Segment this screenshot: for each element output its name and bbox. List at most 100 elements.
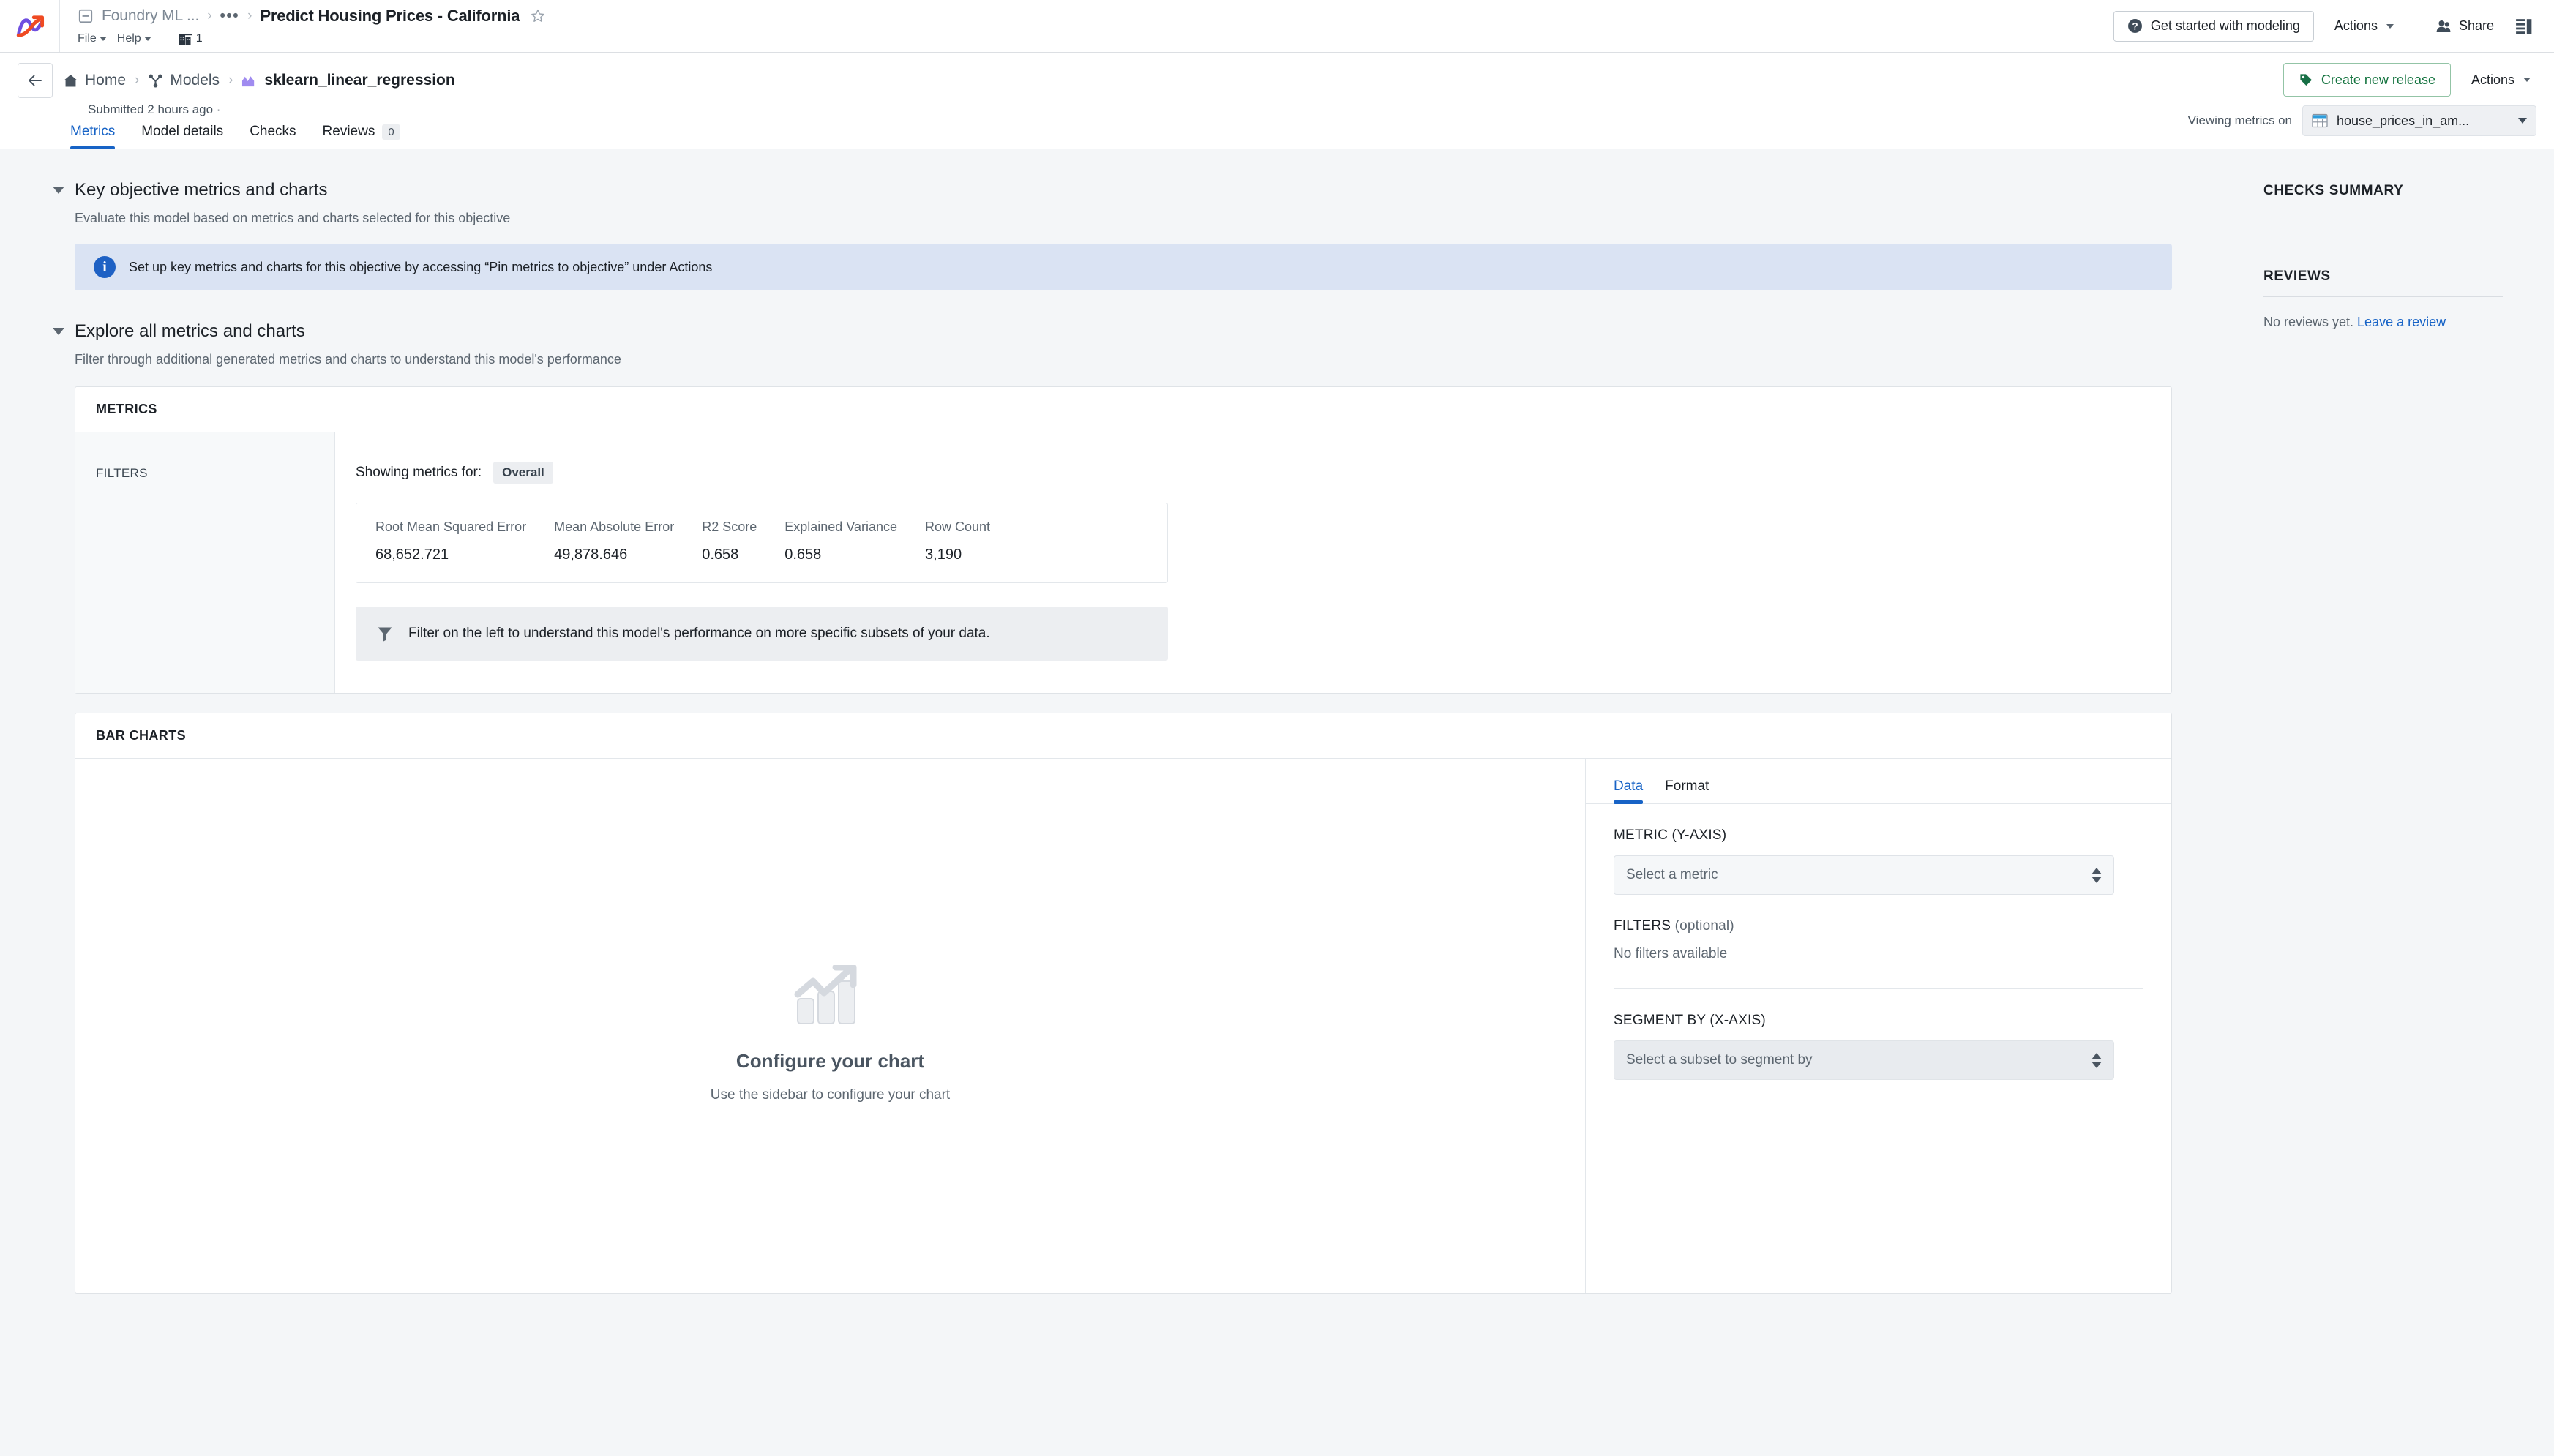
chart-config-tabs: Data Format <box>1586 759 2171 804</box>
key-objective-section: Key objective metrics and charts Evaluat… <box>0 180 2225 290</box>
star-icon[interactable] <box>531 9 545 23</box>
metric-value: 0.658 <box>784 547 822 563</box>
chart-empty-state: Configure your chart Use the sidebar to … <box>75 759 1586 1293</box>
explore-section: Explore all metrics and charts Filter th… <box>0 321 2225 1294</box>
tab-checks[interactable]: Checks <box>250 124 296 149</box>
checks-summary-body <box>2263 211 2503 269</box>
metric-value: 3,190 <box>925 547 962 563</box>
tab-data[interactable]: Data <box>1614 778 1644 804</box>
breadcrumb-separator: › <box>207 7 212 23</box>
metric-select-value: Select a metric <box>1626 867 1718 882</box>
tab-model-details[interactable]: Model details <box>141 124 223 149</box>
back-button[interactable] <box>18 63 53 98</box>
app-logo[interactable] <box>0 0 60 52</box>
metric-value: 68,652.721 <box>375 547 449 563</box>
toggle-side-panel-button[interactable] <box>2509 11 2539 42</box>
metrics-card-header: METRICS <box>75 387 2171 432</box>
breadcrumb-home[interactable]: Home <box>63 72 126 89</box>
breadcrumb-models[interactable]: Models <box>148 72 220 89</box>
metric-value: 0.658 <box>702 547 739 563</box>
menu-file[interactable]: File <box>78 32 107 45</box>
showing-metrics-badge[interactable]: Overall <box>493 462 553 484</box>
metric-header: Mean Absolute Error <box>554 519 675 534</box>
tab-data-label: Data <box>1614 778 1644 794</box>
segment-select[interactable]: Select a subset to segment by <box>1614 1040 2114 1080</box>
metrics-pane: Showing metrics for: Overall Root Mean S… <box>335 432 2171 693</box>
filter-icon <box>378 627 392 642</box>
explore-subtitle: Filter through additional generated metr… <box>75 352 621 367</box>
breadcrumb-chevron: › <box>135 72 140 88</box>
create-new-release-label: Create new release <box>2321 72 2435 87</box>
metrics-card-title: METRICS <box>96 402 157 416</box>
table-icon <box>2312 113 2328 128</box>
home-icon <box>64 74 78 86</box>
bar-charts-card: BAR CHARTS Configure your chart Use the … <box>75 713 2172 1294</box>
collapse-triangle-icon <box>53 328 64 335</box>
tag-icon <box>2300 74 2312 86</box>
dataset-select[interactable]: house_prices_in_am... <box>2302 105 2536 136</box>
segment-x-axis-label: SEGMENT BY (X-AXIS) <box>1614 1013 1766 1028</box>
top-bar: Foundry ML ... › ••• › Predict Housing P… <box>0 0 2554 53</box>
select-stepper-icon <box>2091 867 2102 883</box>
metric-select[interactable]: Select a metric <box>1614 855 2114 895</box>
organization-count: 1 <box>195 31 203 45</box>
select-stepper-icon <box>2091 1052 2102 1068</box>
help-icon: ? <box>2127 19 2142 33</box>
breadcrumb-home-label: Home <box>85 72 127 89</box>
top-actions-label: Actions <box>2334 18 2378 33</box>
model-actions-button[interactable]: Actions <box>2465 63 2536 97</box>
bar-chart-trend-icon <box>794 965 856 1024</box>
tab-reviews-label: Reviews <box>322 124 375 139</box>
filter-hint: Filter on the left to understand this mo… <box>356 607 1168 661</box>
table-row: Root Mean Squared Error 68,652.721 Mean … <box>375 519 1148 563</box>
breadcrumb-overflow[interactable]: ••• <box>220 8 240 23</box>
menu-bar: File Help 1 <box>78 29 2113 48</box>
chart-config-pane: Data Format METRIC (Y-AXIS) Select a met… <box>1586 759 2171 1293</box>
filter-hint-text: Filter on the left to understand this mo… <box>408 626 990 641</box>
bar-charts-card-title: BAR CHARTS <box>96 728 186 743</box>
top-bar-actions: ? Get started with modeling Actions Shar… <box>2113 0 2554 52</box>
metric-column-mae: Mean Absolute Error 49,878.646 <box>554 519 702 563</box>
chart-empty-subtitle: Use the sidebar to configure your chart <box>710 1087 951 1103</box>
svg-text:?: ? <box>2132 21 2138 32</box>
key-objective-header[interactable]: Key objective metrics and charts <box>53 180 2172 200</box>
explore-header[interactable]: Explore all metrics and charts <box>53 321 2172 342</box>
breadcrumb-model[interactable]: sklearn_linear_regression <box>241 72 455 89</box>
metrics-filters-pane[interactable]: FILTERS <box>75 432 335 693</box>
get-started-label: Get started with modeling <box>2150 18 2300 33</box>
reviews-empty-state: No reviews yet. Leave a review <box>2263 315 2503 330</box>
menu-help[interactable]: Help <box>117 32 151 45</box>
breadcrumb-project[interactable]: Foundry ML ... <box>102 7 199 25</box>
chart-filters-optional: (optional) <box>1671 918 1734 934</box>
metric-y-axis-label: METRIC (Y-AXIS) <box>1614 828 1727 843</box>
metric-header: Root Mean Squared Error <box>375 519 527 534</box>
menu-help-label: Help <box>116 31 141 45</box>
tab-model-details-label: Model details <box>141 124 224 139</box>
no-reviews-text: No reviews yet. <box>2263 315 2358 329</box>
breadcrumb-separator-2: › <box>247 7 252 23</box>
sub-header: Home › Models › sklearn_linear_regressio… <box>0 53 2554 136</box>
tab-reviews-badge: 0 <box>382 124 400 140</box>
top-actions-button[interactable]: Actions <box>2323 11 2405 42</box>
tab-metrics[interactable]: Metrics <box>70 124 116 149</box>
organization-indicator[interactable]: 1 <box>178 31 203 45</box>
showing-metrics-label: Showing metrics for: <box>356 465 482 480</box>
tab-format[interactable]: Format <box>1665 778 1709 803</box>
metric-header: R2 Score <box>702 519 757 534</box>
reviews-title: REVIEWS <box>2263 269 2331 284</box>
bar-charts-card-body: Configure your chart Use the sidebar to … <box>75 759 2171 1293</box>
right-panel: CHECKS SUMMARY REVIEWS No reviews yet. L… <box>2225 149 2554 1456</box>
breadcrumb-models-label: Models <box>170 72 220 89</box>
info-icon: i <box>94 256 116 278</box>
metric-header: Row Count <box>925 519 991 534</box>
tab-reviews[interactable]: Reviews 0 <box>323 124 400 149</box>
metric-header: Explained Variance <box>784 519 898 534</box>
chart-empty-title: Configure your chart <box>735 1050 925 1072</box>
sub-header-actions: Create new release Actions Viewing metri… <box>2188 63 2536 136</box>
get-started-button[interactable]: ? Get started with modeling <box>2113 10 2314 42</box>
tab-format-label: Format <box>1665 778 1709 794</box>
tab-metrics-label: Metrics <box>70 124 116 139</box>
share-button[interactable]: Share <box>2427 11 2503 42</box>
create-new-release-button[interactable]: Create new release <box>2283 63 2451 97</box>
leave-a-review-link[interactable]: Leave a review <box>2357 315 2446 329</box>
